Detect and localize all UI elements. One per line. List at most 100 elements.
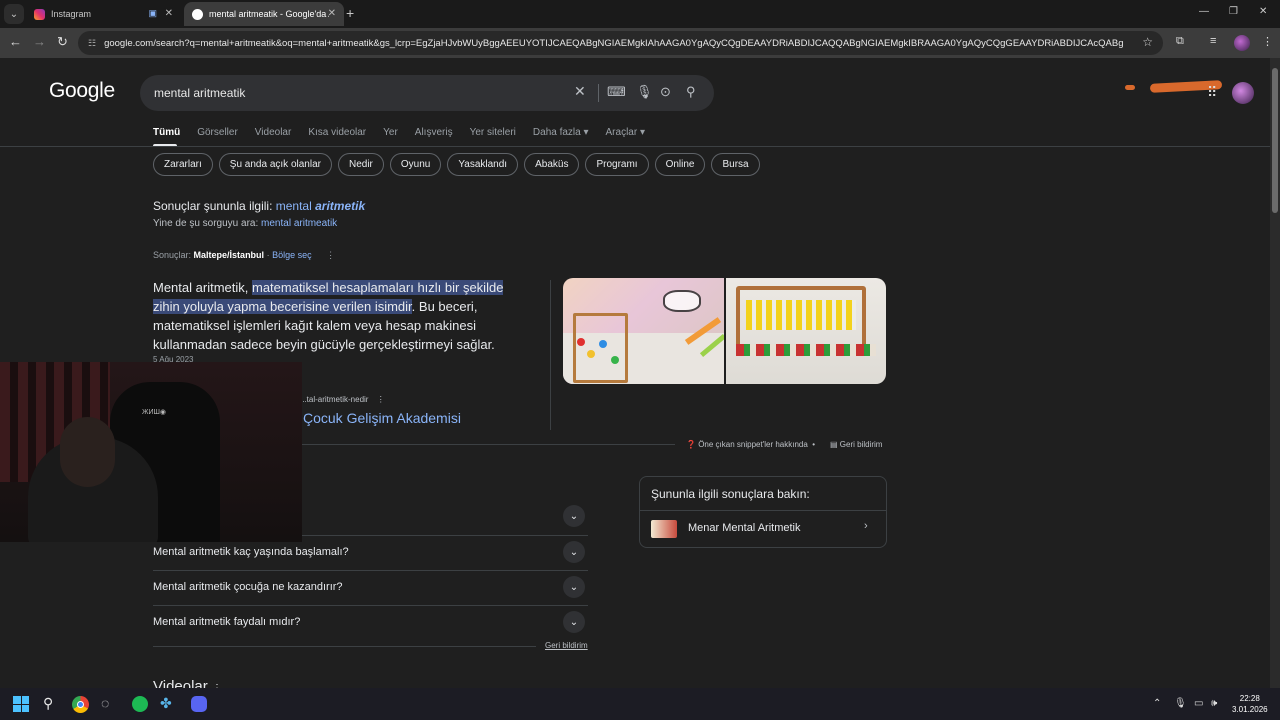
choose-region-link[interactable]: Bölge seç (272, 250, 312, 260)
scrollbar-thumb[interactable] (1272, 68, 1278, 213)
app-icon[interactable]: ✤ (160, 695, 172, 712)
chip[interactable]: Online (654, 153, 706, 176)
reload-icon[interactable]: ↻ (57, 34, 68, 50)
close-tab-icon[interactable]: ✕ (165, 8, 173, 19)
tab-title: Instagram (51, 9, 92, 19)
forward-icon[interactable]: → (33, 34, 46, 49)
chevron-down-icon[interactable]: ⌄ (563, 611, 585, 633)
chip[interactable]: Nedir (337, 153, 384, 176)
tab-images[interactable]: Görseller (197, 127, 238, 138)
maximize-button[interactable]: ❐ (1229, 6, 1238, 17)
location-name: Maltepe/İstanbul (193, 250, 265, 260)
source-url[interactable]: ...tal-aritmetik-nedir ⋮ (300, 395, 385, 404)
tab-places[interactable]: Yer (383, 127, 398, 138)
mic-icon[interactable]: 🎙︎ (636, 84, 653, 100)
menu-icon[interactable]: ⋮ (1262, 35, 1273, 48)
corrected-query-link[interactable]: mental aritmetik (276, 199, 365, 213)
tab-short-videos[interactable]: Kısa videolar (308, 127, 366, 138)
paa-item[interactable]: Mental aritmetik çocuğa ne kazandırır? ⌄ (153, 570, 588, 605)
tab-more[interactable]: Daha fazla ▾ (533, 127, 589, 138)
page-scrollbar[interactable] (1270, 58, 1280, 688)
tab-shopping[interactable]: Alışveriş (415, 127, 453, 138)
back-icon[interactable]: ← (9, 34, 22, 49)
lens-icon[interactable]: ⊙ (660, 84, 671, 100)
help-icon: ❓ (686, 440, 696, 449)
close-tab-icon[interactable]: ▣ (148, 8, 157, 19)
tab-videos[interactable]: Videolar (255, 127, 292, 138)
chip[interactable]: Programı (585, 153, 649, 176)
feedback-icon: ▤ (830, 440, 838, 449)
tab-instagram[interactable]: Instagram ▣ ✕ (26, 2, 181, 26)
keyboard-icon[interactable]: ⌨ (607, 84, 626, 100)
chip[interactable]: Şu anda açık olanlar (218, 153, 332, 176)
link-plain: mental (275, 199, 312, 213)
minimize-button[interactable]: — (1199, 6, 1209, 17)
chip[interactable]: Oyunu (389, 153, 442, 176)
related-item-link[interactable]: Menar Mental Aritmetik (688, 522, 800, 534)
search-icon[interactable]: ⚲ (686, 84, 696, 100)
original-query-link[interactable]: mental aritmeatik (261, 218, 337, 229)
spotify-icon[interactable] (132, 696, 148, 712)
chevron-right-icon[interactable]: › (864, 520, 868, 532)
tab-title: mental aritmeatik - Google'da A (209, 9, 329, 19)
address-bar[interactable]: ☷ google.com/search?q=mental+aritmeatik&… (78, 31, 1163, 55)
close-tab-icon[interactable]: ✕ (328, 8, 336, 19)
search-icon[interactable]: ⚲ (43, 695, 53, 712)
volume-icon[interactable]: 🕪︎ (1211, 698, 1217, 709)
paa-feedback-link[interactable]: Geri bildirim (545, 641, 588, 650)
chevron-down-icon[interactable]: ⌄ (563, 541, 585, 563)
more-options-icon[interactable]: ⋮ (377, 395, 385, 404)
snippet-image-abacus-wooden[interactable] (726, 278, 886, 384)
tab-google-search[interactable]: mental aritmeatik - Google'da A ✕ (184, 2, 344, 26)
chip[interactable]: Bursa (711, 153, 760, 176)
feedback-link[interactable]: ▤ Geri bildirim (830, 440, 882, 449)
profile-avatar[interactable] (1234, 35, 1250, 51)
paa-question: Mental aritmetik kaç yaşında başlamalı? (153, 546, 349, 558)
paa-question: Mental aritmetik çocuğa ne kazandırır? (153, 581, 343, 593)
chrome-icon[interactable] (72, 696, 89, 713)
divider (550, 280, 551, 430)
clock-date: 3.01.2026 (1232, 705, 1268, 714)
source-title-link[interactable]: Çocuk Gelişim Akademisi (303, 410, 461, 426)
paa-item[interactable]: Mental aritmetik faydalı mıdır? ⌄ (153, 605, 588, 640)
media-icon[interactable]: ≡ (1210, 35, 1216, 47)
google-logo[interactable]: Google (49, 79, 115, 103)
tab-all[interactable]: Tümü (153, 127, 180, 138)
show-hidden-icons[interactable]: ⌃ (1153, 698, 1161, 709)
search-tabs: Tümü Görseller Videolar Kısa videolar Ye… (153, 127, 662, 138)
apps-icon[interactable]: ⠿ (1207, 84, 1217, 101)
divider (640, 510, 886, 511)
chevron-down-icon[interactable]: ⌄ (563, 505, 585, 527)
divider (598, 84, 599, 102)
chair-logo: ЖИШ◉ (142, 409, 167, 416)
tab-tools[interactable]: Araçlar ▾ (606, 127, 645, 138)
extensions-icon[interactable]: ⧉ (1176, 35, 1184, 48)
account-avatar[interactable] (1232, 82, 1254, 104)
tab-search-button[interactable]: ⌄ (4, 4, 24, 24)
close-window-button[interactable]: ✕ (1259, 6, 1267, 17)
chevron-down-icon[interactable]: ⌄ (563, 576, 585, 598)
windows-taskbar: ⚲ ◌ ✤ ⌃ 🎙︎ ▭ 🕪︎ 22:28 3.01.2026 (0, 688, 1280, 720)
mic-icon[interactable]: 🎙︎ (1174, 698, 1187, 709)
site-info-icon[interactable]: ☷ (88, 38, 96, 49)
new-tab-button[interactable]: + (346, 5, 354, 21)
windows-start-icon[interactable] (13, 696, 29, 712)
webcam-overlay: ЖИШ◉ (0, 362, 302, 542)
chip[interactable]: Abaküs (524, 153, 580, 176)
instagram-icon (34, 8, 45, 20)
snippet-image-abacus-colorful[interactable] (563, 278, 724, 384)
more-options-icon[interactable]: ⋮ (326, 250, 335, 260)
tab-sites[interactable]: Yer siteleri (470, 127, 516, 138)
chip[interactable]: Yasaklandı (447, 153, 519, 176)
opera-gx-icon[interactable]: ◌ (101, 695, 109, 711)
chip[interactable]: Zararları (153, 153, 213, 176)
person-head (60, 417, 115, 487)
close-icon[interactable]: ✕ (574, 83, 586, 100)
clock[interactable]: 22:28 3.01.2026 (1232, 693, 1268, 715)
about-snippets-link[interactable]: ❓ Öne çıkan snippet'ler hakkında • (686, 440, 815, 449)
search-input[interactable]: mental aritmeatik (154, 86, 245, 100)
network-icon[interactable]: ▭ (1194, 698, 1203, 709)
star-icon[interactable]: ☆ (1142, 35, 1153, 49)
search-box[interactable]: mental aritmeatik ✕ ⌨ 🎙︎ ⊙ ⚲ (140, 75, 714, 111)
discord-icon[interactable] (191, 696, 207, 712)
